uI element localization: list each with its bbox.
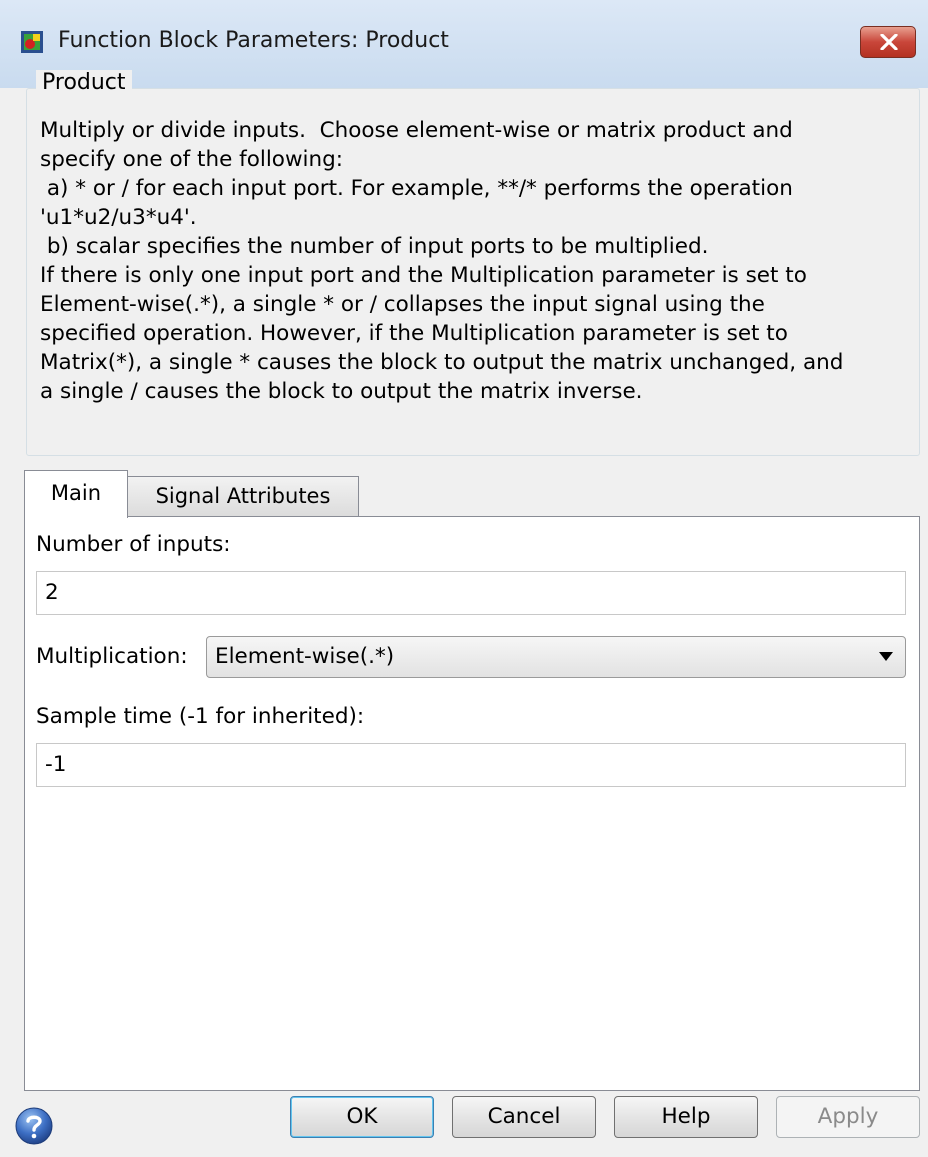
description-line: Element-wise(.*), a single * or / collap…: [40, 292, 765, 317]
help-button[interactable]: Help: [614, 1096, 758, 1138]
multiplication-label: Multiplication:: [36, 644, 188, 669]
description-line: Multiply or divide inputs. Choose elemen…: [40, 118, 793, 143]
description-line: Matrix(*), a single * causes the block t…: [40, 350, 844, 375]
window-title: Function Block Parameters: Product: [58, 28, 449, 53]
description-line: a single / causes the block to output th…: [40, 379, 643, 404]
sample-time-label: Sample time (-1 for inherited):: [36, 704, 365, 729]
block-description: Multiply or divide inputs. Choose elemen…: [40, 116, 920, 406]
description-line: If there is only one input port and the …: [40, 263, 807, 288]
cancel-button[interactable]: Cancel: [452, 1096, 596, 1138]
ok-button[interactable]: OK: [290, 1096, 434, 1138]
description-line: 'u1*u2/u3*u4'.: [40, 205, 197, 230]
help-question-icon[interactable]: [14, 1106, 54, 1146]
tab-signal-attributes[interactable]: Signal Attributes: [127, 476, 359, 516]
chevron-down-icon: [879, 652, 893, 661]
number-of-inputs-field[interactable]: 2: [36, 571, 906, 615]
groupbox-legend: Product: [36, 70, 132, 95]
apply-button[interactable]: Apply: [776, 1096, 920, 1138]
multiplication-dropdown[interactable]: Element-wise(.*): [206, 636, 906, 678]
close-button[interactable]: [860, 26, 916, 58]
title-bar[interactable]: Function Block Parameters: Product: [0, 0, 928, 88]
multiplication-selected-value: Element-wise(.*): [215, 644, 395, 669]
sample-time-field[interactable]: -1: [36, 743, 906, 787]
number-of-inputs-label: Number of inputs:: [36, 532, 231, 557]
simulink-block-icon: [20, 30, 44, 54]
description-line: specify one of the following:: [40, 147, 344, 172]
tab-main[interactable]: Main: [24, 470, 128, 518]
dialog-window: Function Block Parameters: Product Produ…: [0, 0, 928, 1157]
description-line: b) scalar specifies the number of input …: [40, 234, 709, 259]
description-line: specified operation. However, if the Mul…: [40, 321, 788, 346]
close-icon: [880, 34, 898, 50]
description-line: a) * or / for each input port. For examp…: [40, 176, 793, 201]
